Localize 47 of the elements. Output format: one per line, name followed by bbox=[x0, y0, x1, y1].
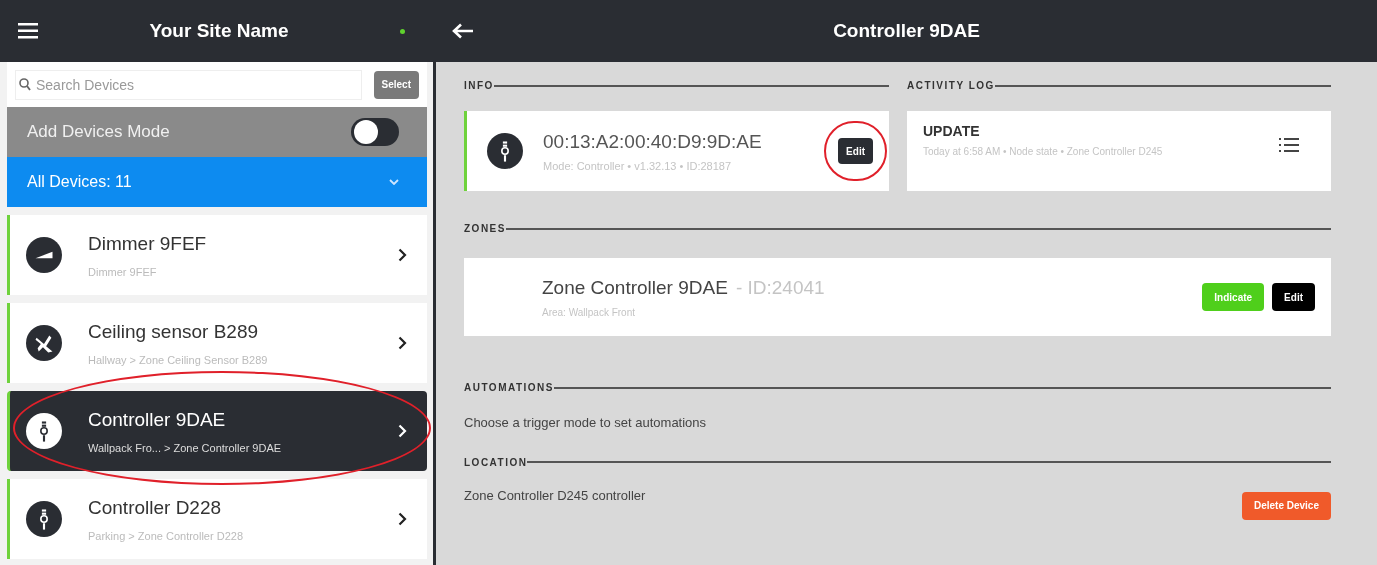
zone-id: - ID:24041 bbox=[735, 275, 825, 300]
device-meta: Mode: Controller • v1.32.13 • ID:28187 bbox=[543, 159, 733, 174]
section-heading: ZONES bbox=[464, 222, 506, 236]
device-item[interactable]: Dimmer 9FEF Dimmer 9FEF bbox=[7, 215, 427, 295]
search-field[interactable]: Search Devices bbox=[15, 69, 362, 100]
device-path: Hallway > Zone Ceiling Sensor B289 bbox=[88, 353, 269, 368]
location-text: Zone Controller D245 controller bbox=[464, 486, 646, 505]
device-name: Ceiling sensor B289 bbox=[88, 319, 260, 344]
device-path: Wallpack Fro... > Zone Controller 9DAE bbox=[88, 441, 283, 456]
section-heading: ACTIVITY LOG bbox=[907, 79, 995, 93]
section-heading: INFO bbox=[464, 79, 494, 93]
select-button[interactable]: Select bbox=[373, 70, 419, 99]
controller-icon bbox=[26, 501, 62, 537]
controller-icon bbox=[26, 413, 62, 449]
menu-icon[interactable] bbox=[18, 23, 38, 39]
list-icon[interactable] bbox=[1279, 137, 1299, 153]
device-path: Parking > Zone Controller D228 bbox=[88, 529, 244, 544]
device-item[interactable]: Ceiling sensor B289 Hallway > Zone Ceiling Sensor B289 bbox=[7, 303, 427, 383]
activity-event: UPDATE bbox=[923, 122, 981, 141]
chevron-right-icon bbox=[398, 424, 407, 438]
device-address: 00:13:A2:00:40:D9:9D:AE bbox=[543, 129, 763, 154]
device-item[interactable]: Controller 9DAE Wallpack Fro... > Zone Controller 9DAE bbox=[7, 391, 427, 471]
device-name: Dimmer 9FEF bbox=[88, 231, 208, 256]
add-devices-label: Add Devices Mode bbox=[27, 121, 170, 144]
chevron-right-icon bbox=[398, 512, 407, 526]
automations-text: Choose a trigger mode to set automations bbox=[464, 414, 708, 432]
sensor-icon bbox=[26, 325, 62, 361]
edit-button[interactable]: Edit bbox=[1272, 283, 1315, 311]
chevron-right-icon bbox=[398, 248, 407, 262]
site-title: Your Site Name bbox=[148, 18, 290, 43]
page-title: Controller 9DAE bbox=[832, 18, 981, 43]
device-name: Controller 9DAE bbox=[88, 407, 227, 432]
device-name: Controller D228 bbox=[88, 495, 223, 520]
zone-name: Zone Controller 9DAE bbox=[542, 275, 728, 300]
back-arrow-icon[interactable] bbox=[452, 23, 474, 39]
dimmer-icon bbox=[26, 237, 62, 273]
edit-button[interactable]: Edit bbox=[838, 138, 873, 165]
add-devices-toggle[interactable] bbox=[351, 118, 399, 146]
device-filter[interactable]: All Devices: 11 bbox=[7, 157, 427, 207]
section-heading: AUTOMATIONS bbox=[464, 381, 554, 395]
device-path: Dimmer 9FEF bbox=[88, 265, 158, 280]
chevron-right-icon bbox=[398, 336, 407, 350]
zone-area: Area: Wallpack Front bbox=[542, 305, 1195, 321]
device-item[interactable]: Controller D228 Parking > Zone Controller D228 bbox=[7, 479, 427, 559]
controller-icon bbox=[487, 133, 523, 169]
section-heading: LOCATION bbox=[464, 455, 528, 470]
search-icon bbox=[19, 77, 31, 91]
